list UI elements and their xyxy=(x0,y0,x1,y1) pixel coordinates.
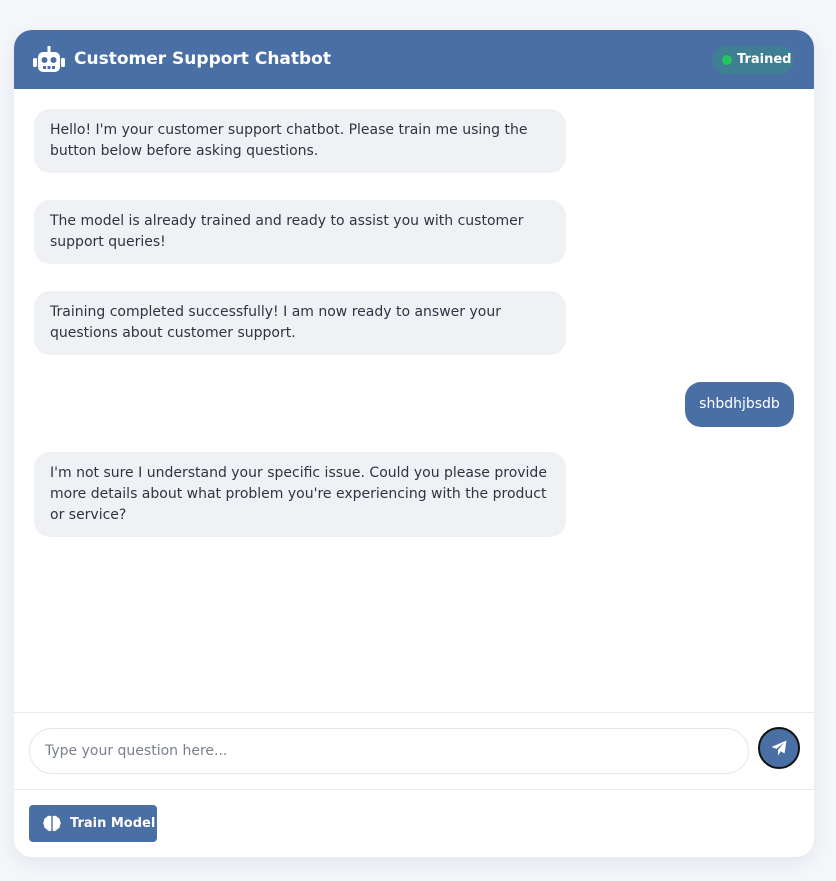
bot-message: Training completed successfully! I am no… xyxy=(34,291,566,355)
composer-divider xyxy=(14,712,814,713)
status-label: Trained xyxy=(737,52,792,67)
toolbar-divider xyxy=(14,789,814,790)
question-input[interactable] xyxy=(30,729,748,773)
message-list[interactable]: Hello! I'm your customer support chatbot… xyxy=(14,89,814,712)
chat-container: Customer Support Chatbot Trained Hello! … xyxy=(14,30,814,857)
bot-message: I'm not sure I understand your specific … xyxy=(34,452,566,537)
training-status-badge: Trained xyxy=(712,46,794,74)
user-message: shbdhjbsdb xyxy=(685,382,794,427)
chat-header: Customer Support Chatbot Trained xyxy=(14,30,814,89)
train-model-button[interactable]: Train Model xyxy=(29,805,157,842)
bot-message: The model is already trained and ready t… xyxy=(34,200,566,264)
send-button[interactable] xyxy=(758,727,800,769)
chat-title: Customer Support Chatbot xyxy=(74,49,331,69)
brain-icon xyxy=(43,815,61,832)
bot-message: Hello! I'm your customer support chatbot… xyxy=(34,109,566,173)
status-dot-icon xyxy=(722,55,732,65)
train-model-label: Train Model xyxy=(70,816,156,831)
paper-plane-icon xyxy=(771,740,787,756)
robot-icon xyxy=(33,46,65,74)
question-input-wrapper xyxy=(29,728,749,774)
